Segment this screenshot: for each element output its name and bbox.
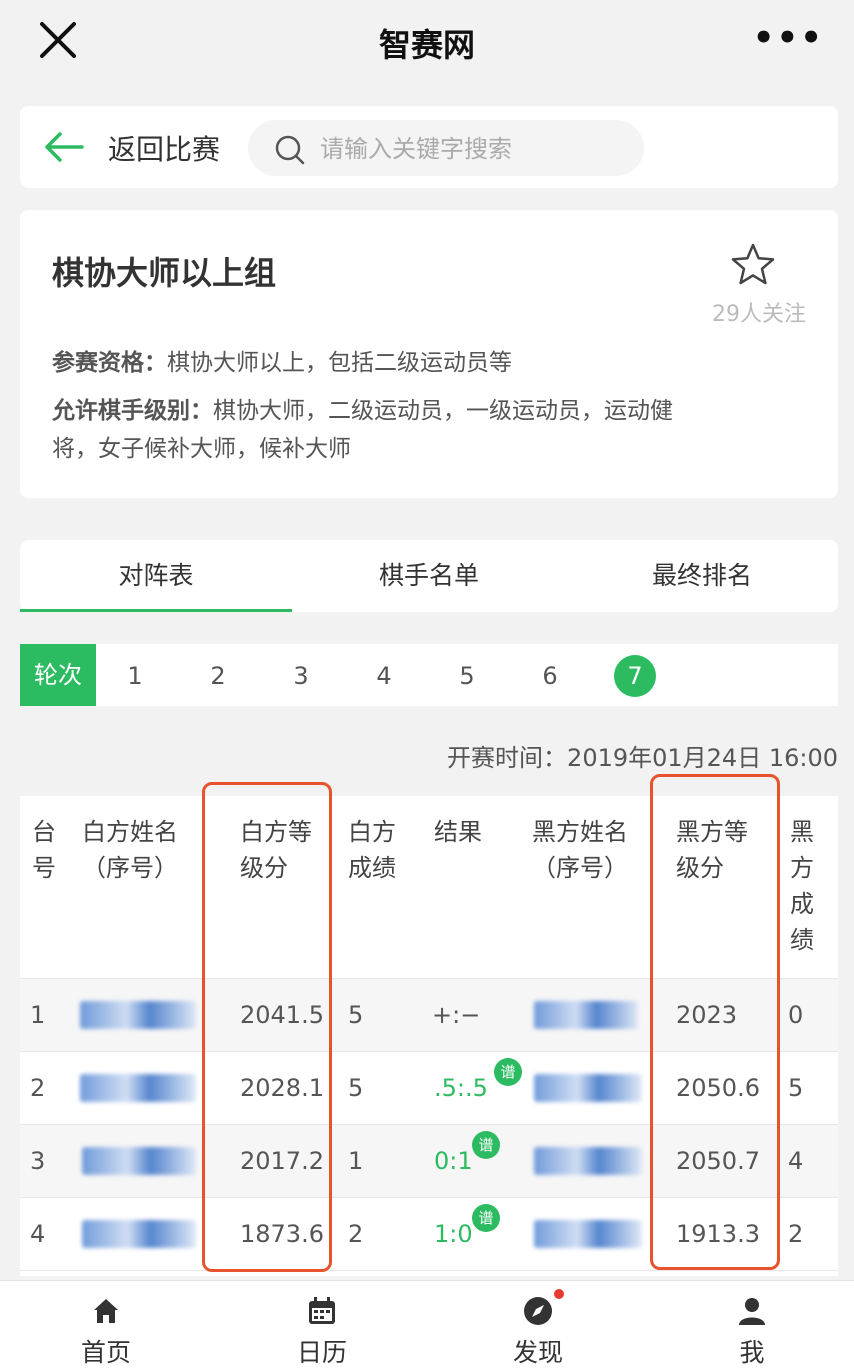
board-number: 2	[30, 1074, 46, 1102]
round-5[interactable]: 5	[448, 657, 486, 695]
result[interactable]: 0:1	[434, 1143, 473, 1179]
result[interactable]: 1:0	[434, 1216, 473, 1252]
header-board: 台号	[32, 818, 56, 882]
nav-home[interactable]: 首页	[46, 1281, 166, 1371]
user-icon	[739, 1298, 765, 1325]
round-7[interactable]: 7	[614, 655, 656, 697]
star-icon[interactable]	[730, 242, 776, 286]
qualification-key: 参赛资格：	[52, 350, 167, 376]
page-title: 智赛网	[378, 26, 475, 64]
levels-key: 允许棋手级别：	[52, 398, 213, 424]
black-player-name-redacted[interactable]	[534, 1220, 642, 1248]
header-black-score: 黑方成绩	[790, 818, 814, 954]
white-score: 5	[348, 1001, 364, 1029]
white-player-name-redacted[interactable]	[80, 1074, 196, 1102]
game-record-badge[interactable]: 谱	[494, 1058, 522, 1086]
header-result: 结果	[434, 818, 482, 846]
start-time: 开赛时间：2019年01月24日 16:00	[447, 744, 838, 772]
back-arrow-icon[interactable]	[44, 130, 84, 164]
qualification-value: 棋协大师以上，包括二级运动员等	[167, 350, 512, 376]
nav-discover[interactable]: 发现	[478, 1281, 598, 1371]
tab-pairings[interactable]: 对阵表	[20, 540, 292, 612]
tab-player-list[interactable]: 棋手名单	[293, 540, 565, 612]
black-player-name-redacted[interactable]	[534, 1147, 642, 1175]
round-2[interactable]: 2	[199, 657, 237, 695]
white-player-name-redacted[interactable]	[80, 1001, 196, 1029]
nav-calendar-label: 日历	[296, 1338, 347, 1367]
white-score: 5	[348, 1074, 364, 1102]
followers-count: 29人关注	[712, 302, 806, 327]
rounds-label: 轮次	[20, 644, 96, 706]
black-score: 2	[788, 1220, 804, 1248]
white-player-name-redacted[interactable]	[82, 1147, 196, 1175]
black-player-name-redacted[interactable]	[534, 1074, 642, 1102]
board-number: 1	[30, 1001, 46, 1029]
search-box[interactable]	[248, 120, 644, 176]
group-info-card: 棋协大师以上组 29人关注 参赛资格：棋协大师以上，包括二级运动员等 允许棋手级…	[20, 210, 838, 498]
black-player-name-redacted[interactable]	[534, 1001, 638, 1029]
search-input[interactable]	[318, 130, 632, 168]
board-number: 3	[30, 1147, 46, 1175]
compass-icon	[524, 1297, 552, 1325]
round-selector: 轮次 1 2 3 4 5 6 7	[20, 644, 838, 706]
header-white-name: 白方姓名 （序号）	[82, 818, 178, 882]
calendar-icon	[309, 1297, 335, 1324]
round-6[interactable]: 6	[531, 657, 569, 695]
game-record-badge[interactable]: 谱	[472, 1204, 500, 1232]
nav-home-label: 首页	[80, 1338, 131, 1367]
top-bar: 智赛网 •••	[0, 0, 854, 84]
tab-final-ranking[interactable]: 最终排名	[566, 540, 838, 612]
nav-me-label: 我	[739, 1338, 765, 1367]
black-score: 4	[788, 1147, 804, 1175]
nav-me[interactable]: 我	[692, 1281, 812, 1371]
notification-dot	[554, 1289, 564, 1299]
more-icon[interactable]: •••	[753, 21, 824, 55]
round-4[interactable]: 4	[365, 657, 403, 695]
board-number: 4	[30, 1220, 46, 1248]
black-score: 0	[788, 1001, 804, 1029]
active-tab-indicator	[20, 609, 292, 612]
nav-discover-label: 发现	[512, 1338, 563, 1367]
group-title: 棋协大师以上组	[52, 254, 277, 292]
black-rating-highlight-box	[650, 774, 780, 1270]
levels-line: 允许棋手级别：棋协大师，二级运动员，一级运动员，运动健 将，女子候补大师，候补大…	[52, 392, 812, 468]
tabs: 对阵表 棋手名单 最终排名	[20, 540, 838, 612]
levels-value-continued: 将，女子候补大师，候补大师	[52, 436, 351, 462]
result[interactable]: .5:.5	[434, 1070, 488, 1106]
search-icon	[275, 135, 305, 165]
white-player-name-redacted[interactable]	[82, 1220, 196, 1248]
game-record-badge[interactable]: 谱	[472, 1131, 500, 1159]
white-score: 1	[348, 1147, 364, 1175]
bottom-nav: 首页 日历 发现 我	[0, 1280, 854, 1371]
white-rating-highlight-box	[202, 782, 332, 1272]
white-score: 2	[348, 1220, 364, 1248]
header-black-name: 黑方姓名 （序号）	[532, 818, 628, 882]
black-score: 5	[788, 1074, 804, 1102]
nav-calendar[interactable]: 日历	[262, 1281, 382, 1371]
qualification-line: 参赛资格：棋协大师以上，包括二级运动员等	[52, 344, 812, 382]
back-to-match-button[interactable]: 返回比赛	[108, 128, 220, 168]
levels-value: 棋协大师，二级运动员，一级运动员，运动健	[213, 398, 673, 424]
round-1[interactable]: 1	[116, 657, 154, 695]
result: +:−	[432, 1001, 481, 1029]
home-icon	[94, 1299, 118, 1323]
round-3[interactable]: 3	[282, 657, 320, 695]
search-card: 返回比赛	[20, 106, 838, 188]
header-white-score: 白方 成绩	[348, 818, 396, 882]
